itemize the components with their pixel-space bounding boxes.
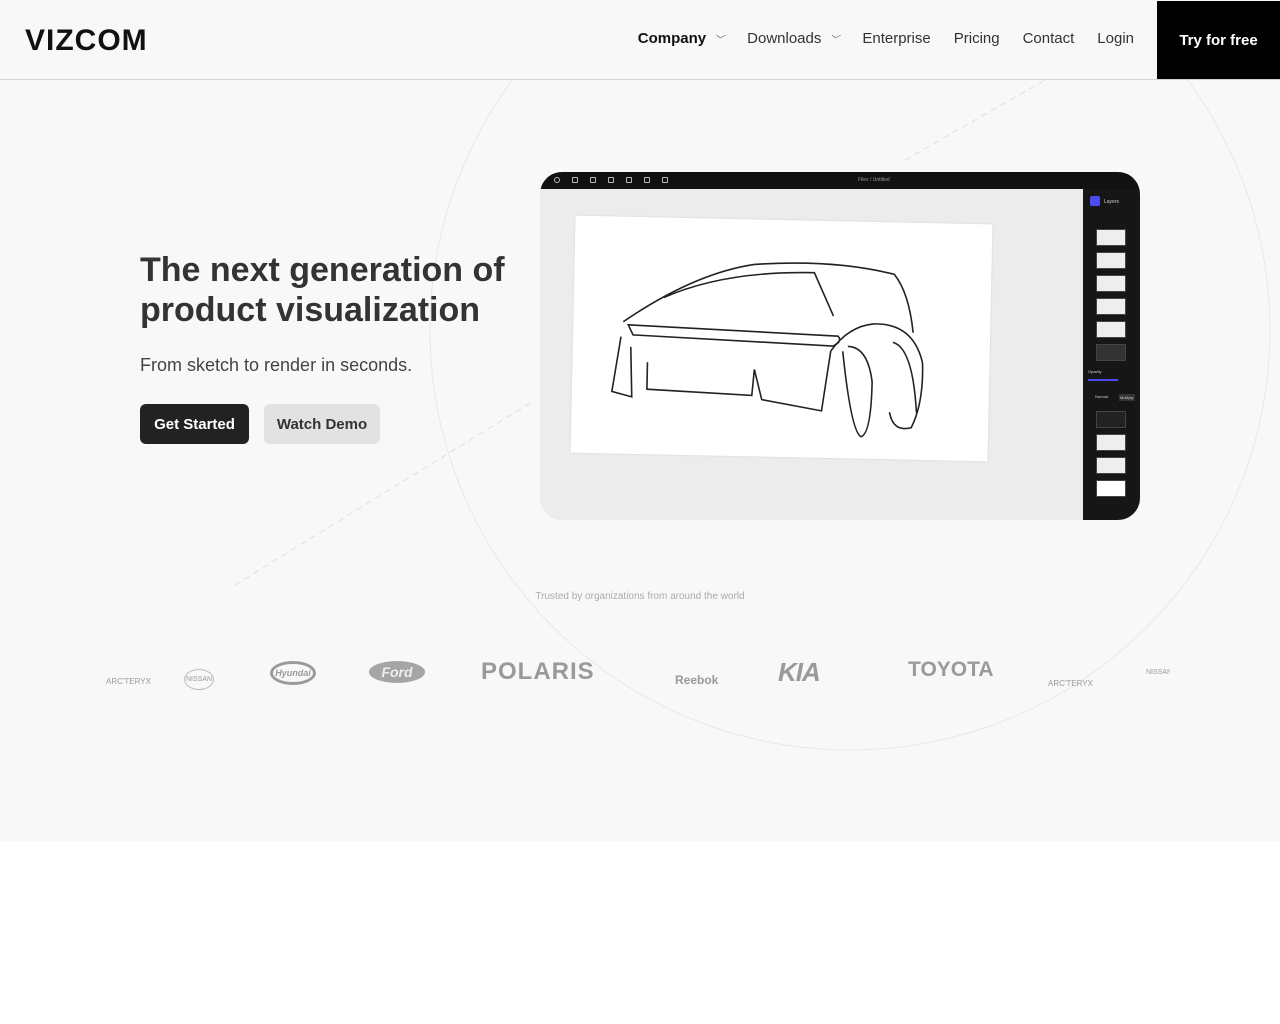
layer-item[interactable] — [1096, 480, 1126, 497]
nav-company[interactable]: Company ﹀ — [638, 30, 724, 47]
layer-item[interactable] — [1096, 229, 1126, 246]
layers-panel: Layers Opacity Normal Multiply — [1083, 189, 1140, 520]
nav-downloads[interactable]: Downloads ﹀ — [747, 30, 839, 47]
opacity-slider[interactable] — [1088, 379, 1118, 381]
get-started-button[interactable]: Get Started — [140, 404, 249, 444]
nav-pricing[interactable]: Pricing — [954, 30, 1000, 47]
select-icon — [608, 177, 614, 183]
logo-ford: Ford — [369, 661, 425, 683]
vizcom-logo[interactable]: VIZCOM — [25, 24, 148, 58]
lasso-icon — [644, 177, 650, 183]
hero-section: VIZCOM Company ﹀ Downloads ﹀ Enterprise Pr… — [0, 0, 1280, 841]
nav-enterprise[interactable]: Enterprise — [862, 30, 930, 47]
image-icon — [662, 177, 668, 183]
logo-arcteryx: ARC'TERYX — [1048, 679, 1093, 688]
layer-item[interactable] — [1096, 434, 1126, 451]
layer-item[interactable] — [1096, 457, 1126, 474]
app-toolbar: Files / Untitled — [540, 172, 1140, 189]
layer-item[interactable] — [1096, 298, 1126, 315]
layer-item[interactable] — [1096, 275, 1126, 292]
layers-icon — [1090, 196, 1100, 206]
app-preview: Files / Untitled Layers Opacity Normal M… — [540, 172, 1140, 520]
logo-toyota: TOYOTA — [908, 658, 994, 681]
layer-item[interactable] — [1096, 411, 1126, 428]
logo-reebok: Reebok — [675, 673, 719, 687]
trusted-caption: Trusted by organizations from around the… — [535, 591, 745, 602]
fill-icon — [590, 177, 596, 183]
logo-hyundai: Hyundai — [270, 661, 316, 685]
layers-title: Layers — [1104, 199, 1120, 205]
brush-icon — [572, 177, 578, 183]
watch-demo-button[interactable]: Watch Demo — [264, 404, 380, 444]
file-label: Files / Untitled — [858, 177, 890, 183]
logo-arcteryx: ARC'TERYX — [106, 677, 151, 686]
chevron-down-icon: ﹀ — [829, 35, 840, 46]
layer-item[interactable] — [1096, 252, 1126, 269]
logo-kia: KIA — [778, 657, 821, 687]
logo-nissan: NISSAN — [184, 669, 215, 690]
nav-login[interactable]: Login — [1097, 30, 1134, 47]
circle-icon — [554, 177, 560, 183]
opacity-label: Opacity — [1088, 369, 1102, 374]
top-nav: VIZCOM Company ﹀ Downloads ﹀ Enterprise Pr… — [0, 0, 1280, 80]
logo-polaris: POLARIS — [481, 658, 595, 685]
car-sketch — [610, 262, 924, 438]
rectangle-icon — [626, 177, 632, 183]
hero-subtitle: From sketch to render in seconds. — [140, 355, 413, 375]
blend-multiply[interactable]: Multiply — [1119, 394, 1135, 401]
chevron-down-icon: ﹀ — [714, 35, 725, 46]
blend-normal[interactable]: Normal — [1095, 394, 1108, 399]
layer-item[interactable] — [1096, 344, 1126, 361]
sketch-canvas — [570, 215, 993, 462]
logo-strip: ARC'TERYX NISSAN Hyundai Ford POLARIS Re… — [0, 655, 1280, 695]
layer-item[interactable] — [1096, 321, 1126, 338]
try-for-free-button[interactable]: Try for free — [1157, 1, 1280, 79]
nav-contact[interactable]: Contact — [1023, 30, 1075, 47]
logo-nissan: NISSAN — [1146, 669, 1170, 676]
hero-title: The next generation of product visualiza… — [140, 251, 505, 329]
